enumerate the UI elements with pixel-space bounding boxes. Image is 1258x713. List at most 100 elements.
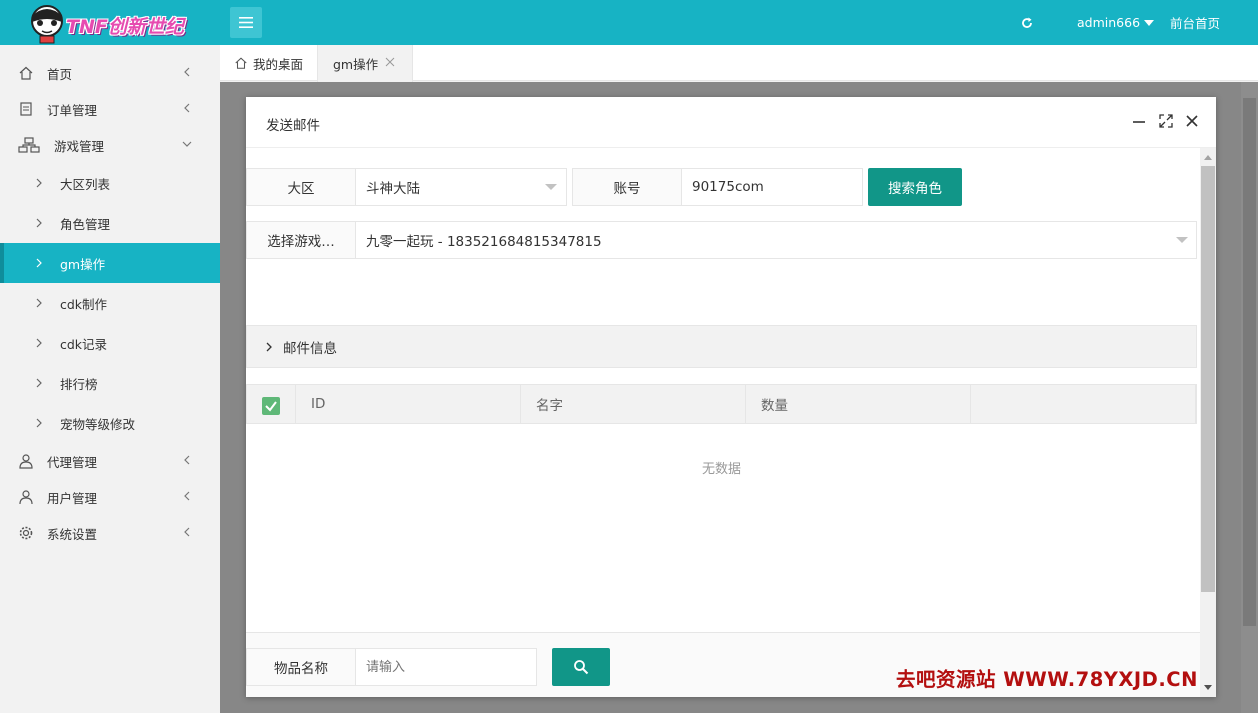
logo-mascot-icon (31, 5, 63, 44)
account-input[interactable]: 90175com (681, 168, 863, 206)
empty-state: 无数据 (701, 462, 741, 477)
chevron-right-icon (36, 298, 42, 308)
sidebar-item-agents[interactable]: 代理管理 (0, 441, 220, 481)
document-icon (20, 102, 32, 116)
chevron-right-icon (36, 338, 42, 348)
sidebar-item-label: 代理管理 (47, 454, 98, 470)
home-icon (235, 57, 247, 69)
chevron-left-icon (184, 491, 190, 501)
minimize-icon[interactable] (1132, 114, 1146, 128)
sidebar-sub-pet-level[interactable]: 宠物等级修改 (0, 403, 220, 443)
sidebar-sub-gm[interactable]: gm操作 (0, 243, 220, 283)
tab-label: 我的桌面 (253, 56, 304, 72)
sidebar-item-users[interactable]: 用户管理 (0, 477, 220, 517)
region-select[interactable]: 斗神大陆 (355, 168, 567, 206)
table-header: ID 名字 数量 (246, 384, 1197, 424)
sidebar-item-label: 首页 (47, 66, 73, 82)
column-header[interactable]: 数量 (746, 385, 971, 423)
dialog-titlebar: 发送邮件 (246, 97, 1216, 148)
page-scrollbar-thumb[interactable] (1243, 98, 1256, 626)
tab-desktop[interactable]: 我的桌面 (234, 45, 303, 81)
chevron-left-icon (184, 103, 190, 113)
hamburger-icon (239, 17, 253, 28)
sidebar-sub-label: 排行榜 (60, 376, 98, 392)
region-label: 大区 (246, 168, 356, 206)
select-game-label: 选择游戏… (246, 221, 356, 259)
item-search-button[interactable] (552, 648, 610, 686)
mail-info-label: 邮件信息 (283, 340, 337, 357)
sidebar-item-label: 系统设置 (47, 526, 98, 542)
sidebar-sub-cdk-log[interactable]: cdk记录 (0, 323, 220, 363)
chevron-right-icon (36, 378, 42, 388)
chevron-right-icon (36, 178, 42, 188)
chevron-left-icon (184, 67, 190, 77)
sidebar-sub-ranking[interactable]: 排行榜 (0, 363, 220, 403)
sidebar-sub-label: 大区列表 (60, 176, 111, 192)
tab-bar: 我的桌面 gm操作 (220, 45, 1258, 82)
sidebar-sub-roles[interactable]: 角色管理 (0, 203, 220, 243)
chevron-left-icon (184, 527, 190, 537)
close-icon[interactable] (385, 57, 395, 67)
logo[interactable]: TNF创新世纪 (22, 2, 212, 44)
chevron-down-icon (1144, 19, 1155, 26)
column-header (971, 385, 1196, 423)
game-role-select[interactable]: 九零一起玩 - 183521684815347815 (355, 221, 1197, 259)
chevron-right-icon (36, 218, 42, 228)
sidebar-item-home[interactable]: 首页 (0, 53, 220, 93)
dialog-title: 发送邮件 (266, 118, 320, 134)
dialog-scrollbar-thumb[interactable] (1201, 166, 1215, 592)
sidebar-item-settings[interactable]: 系统设置 (0, 513, 220, 553)
close-icon[interactable] (1185, 114, 1199, 128)
menu-toggle-button[interactable] (230, 7, 262, 38)
item-name-label: 物品名称 (246, 648, 356, 686)
sidebar-sub-cdk-make[interactable]: cdk制作 (0, 283, 220, 323)
sitemap-icon (18, 137, 40, 153)
column-header[interactable]: ID (296, 385, 521, 423)
chevron-right-icon (36, 258, 42, 268)
chevron-left-icon (184, 455, 190, 465)
game-role-value: 九零一起玩 - 183521684815347815 (366, 234, 602, 250)
maximize-icon[interactable] (1159, 114, 1173, 128)
column-header[interactable]: 名字 (521, 385, 746, 423)
tab-gm[interactable]: gm操作 (317, 45, 413, 82)
logo-text: TNF创新世纪 (66, 16, 184, 38)
scroll-up-icon[interactable] (1204, 154, 1212, 160)
sidebar-item-orders[interactable]: 订单管理 (0, 89, 220, 129)
tab-label: gm操作 (333, 57, 379, 72)
region-value: 斗神大陆 (366, 181, 420, 197)
sidebar-item-label: 用户管理 (47, 490, 98, 506)
chevron-down-icon (182, 141, 192, 147)
select-all-checkbox[interactable] (262, 397, 280, 415)
chevron-right-icon (266, 342, 272, 352)
gear-icon (19, 526, 33, 540)
user-icon (19, 490, 33, 505)
sidebar-sub-label: cdk制作 (60, 296, 108, 312)
select-all-cell (247, 385, 296, 423)
refresh-button[interactable] (1021, 0, 1037, 45)
search-icon (574, 660, 589, 675)
sidebar-item-label: 订单管理 (47, 102, 98, 118)
chevron-down-icon (545, 184, 557, 190)
dialog-body: 大区 斗神大陆 账号 90175com 搜索角色 选择游戏… 九零一起玩 - 1… (246, 148, 1200, 697)
mail-info-collapse[interactable]: 邮件信息 (246, 325, 1197, 368)
front-home-link[interactable]: 前台首页 (1170, 0, 1220, 45)
chevron-right-icon (36, 418, 42, 428)
chevron-down-icon (1176, 237, 1188, 243)
sidebar-sub-label: 宠物等级修改 (60, 416, 136, 432)
top-header: TNF创新世纪 admin666 前台首页 (0, 0, 1258, 45)
sidebar: 首页 订单管理 游戏管理 大区列表 角色管理 gm操作 cdk制作 cdk记录 … (0, 45, 220, 713)
search-role-button[interactable]: 搜索角色 (868, 168, 962, 206)
refresh-icon (1022, 17, 1032, 28)
item-name-input[interactable] (355, 648, 537, 686)
sidebar-sub-label: cdk记录 (60, 336, 108, 352)
account-value: 90175com (692, 179, 764, 195)
check-icon (265, 401, 277, 412)
scroll-down-icon[interactable] (1204, 685, 1212, 691)
send-mail-dialog: 发送邮件 大区 斗神大陆 账号 90175com 搜索角色 选择游戏… 九零一起… (246, 97, 1216, 697)
sidebar-sub-label: gm操作 (60, 256, 106, 272)
sidebar-sub-region-list[interactable]: 大区列表 (0, 163, 220, 203)
sidebar-item-game[interactable]: 游戏管理 (0, 125, 220, 165)
username: admin666 (1077, 15, 1141, 30)
user-menu[interactable]: admin666 (1077, 0, 1155, 45)
user-icon (19, 454, 33, 469)
